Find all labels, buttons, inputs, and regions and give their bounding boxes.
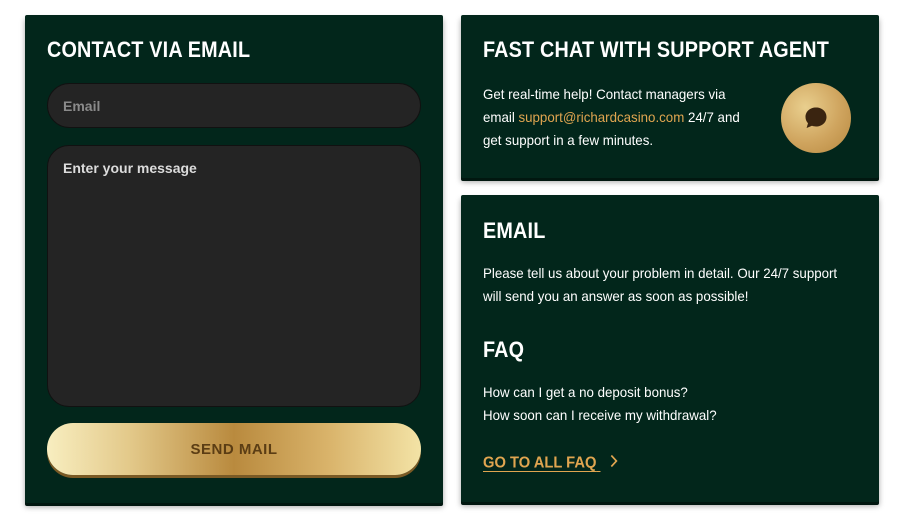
- fast-chat-text-line2: email support@richardcasino.com 24/7 and: [483, 106, 759, 129]
- email-input[interactable]: [47, 83, 421, 128]
- email-section-title: EMAIL: [483, 218, 546, 243]
- email-text-line1: Please tell us about your problem in det…: [483, 265, 838, 281]
- email-section-description: Please tell us about your problem in det…: [483, 262, 863, 308]
- message-input[interactable]: [47, 145, 421, 407]
- fast-chat-card: FAST CHAT WITH SUPPORT AGENT Get real-ti…: [461, 15, 879, 178]
- fast-chat-text-line1: Get real-time help! Contact managers via: [483, 86, 726, 102]
- fast-chat-text-line2-prefix: email: [483, 109, 519, 125]
- open-chat-button[interactable]: [781, 83, 851, 153]
- chat-bubble-icon: [805, 107, 827, 128]
- support-email-link[interactable]: support@richardcasino.com: [518, 109, 684, 125]
- send-mail-button[interactable]: SEND MAIL: [47, 423, 421, 475]
- go-to-all-faq-label: GO TO ALL FAQ: [483, 454, 597, 472]
- faq-title: FAQ: [483, 337, 525, 362]
- faq-question[interactable]: How soon can I receive my withdrawal?: [483, 404, 844, 427]
- faq-question[interactable]: How can I get a no deposit bonus?: [483, 381, 844, 404]
- faq-question-list: How can I get a no deposit bonus? How so…: [483, 381, 844, 427]
- contact-form-title: CONTACT VIA EMAIL: [47, 37, 251, 62]
- contact-form-card: CONTACT VIA EMAIL SEND MAIL: [25, 15, 443, 503]
- fast-chat-text-line3: get support in a few minutes.: [483, 132, 654, 148]
- email-text-line2: will send you an answer as soon as possi…: [483, 288, 749, 304]
- fast-chat-title: FAST CHAT WITH SUPPORT AGENT: [483, 37, 830, 62]
- chevron-right-icon: [610, 454, 618, 473]
- email-faq-card: EMAIL Please tell us about your problem …: [461, 195, 879, 502]
- go-to-all-faq-link[interactable]: GO TO ALL FAQ: [483, 454, 618, 473]
- fast-chat-description: Get real-time help! Contact managers via…: [483, 83, 759, 152]
- fast-chat-text-line2-suffix: 24/7 and: [684, 109, 740, 125]
